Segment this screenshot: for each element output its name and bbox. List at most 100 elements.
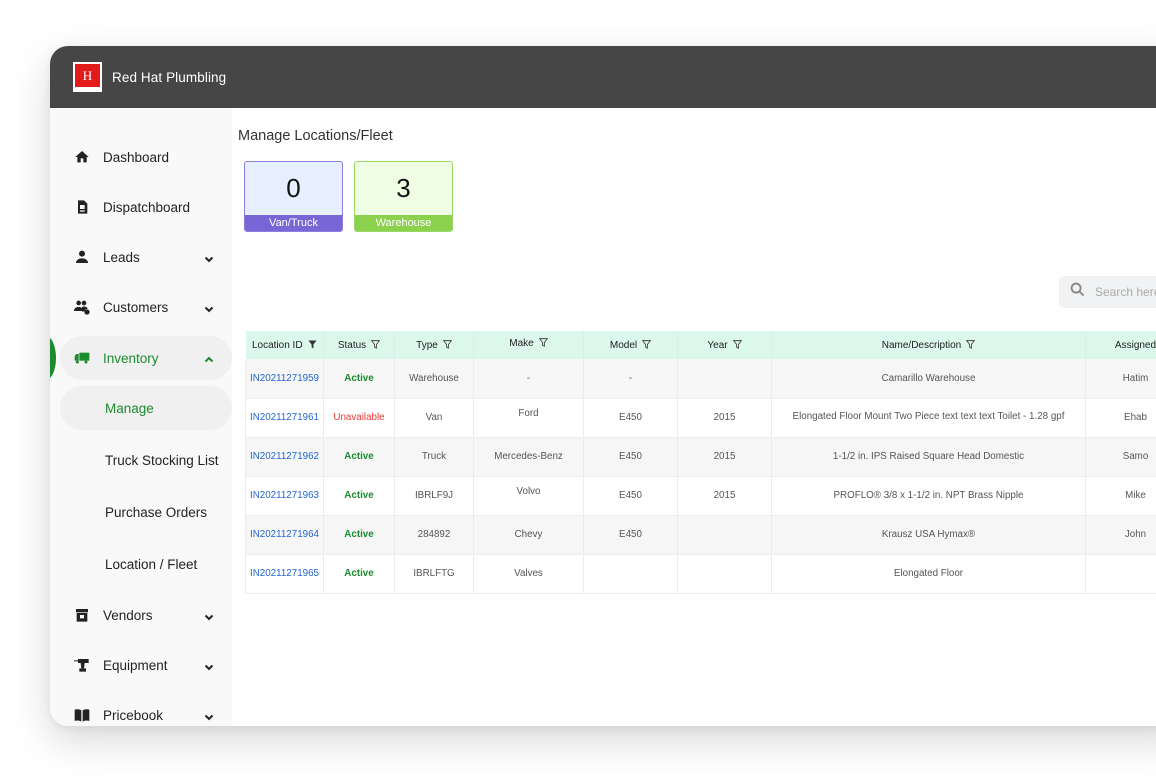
filter-icon[interactable] — [965, 339, 976, 349]
cell-assigned: John — [1085, 515, 1156, 555]
column-header-model[interactable]: Model — [583, 331, 678, 359]
sidebar-subitem-label: Purchase Orders — [105, 504, 208, 520]
sidebar-item-inventory[interactable]: Inventory — [60, 336, 232, 380]
cell-year — [677, 554, 772, 594]
table-row[interactable]: IN20211271961 Unavailable Van Ford E450 2015 E… — [245, 398, 1156, 438]
stat-card-van-truck[interactable]: 0 Van/Truck — [244, 161, 343, 232]
cell-assigned: Ehab — [1085, 398, 1156, 438]
cell-id[interactable]: IN20211271965 — [245, 554, 324, 594]
filter-icon[interactable] — [442, 339, 453, 349]
search-input[interactable] — [1095, 285, 1156, 299]
search-icon — [1070, 282, 1085, 302]
cell-type: Truck — [394, 437, 474, 477]
page-title: Manage Locations/Fleet — [238, 128, 393, 144]
cell-type: Van — [394, 398, 474, 438]
sidebar-item-customers[interactable]: Customers — [60, 285, 232, 329]
cell-id[interactable]: IN20211271962 — [245, 437, 324, 477]
chevron-down-icon[interactable] — [204, 252, 214, 263]
sidebar-item-leads[interactable]: Leads — [60, 235, 232, 279]
table-row[interactable]: IN20211271964 Active 284892 Chevy E450 Krausz… — [245, 515, 1156, 555]
cell-assigned: Samo — [1085, 437, 1156, 477]
sidebar-item-label: Dashboard — [103, 149, 170, 165]
sidebar-item-label: Inventory — [103, 350, 159, 366]
sidebar-item-label: Pricebook — [103, 707, 164, 723]
column-header-status[interactable]: Status — [323, 331, 395, 359]
chevron-down-icon[interactable] — [204, 610, 214, 621]
cell-model — [583, 554, 678, 594]
filter-icon[interactable] — [370, 339, 381, 349]
column-header-label: Name/Description — [881, 339, 962, 351]
sidebar-item-dashboard[interactable]: Dashboard — [60, 135, 232, 179]
active-indicator — [50, 336, 56, 380]
cell-make: Chevy — [473, 515, 584, 555]
cell-id[interactable]: IN20211271963 — [245, 476, 324, 516]
sidebar-item-vendors[interactable]: Vendors — [60, 593, 232, 637]
cell-id[interactable]: IN20211271961 — [245, 398, 324, 438]
sidebar-subitem-label: Manage — [105, 400, 154, 416]
book-icon — [73, 706, 91, 724]
company-logo[interactable]: H — [73, 62, 102, 92]
brand-name: Red Hat Plumbling — [112, 69, 227, 85]
filter-icon[interactable] — [732, 339, 742, 349]
cell-desc: Krausz USA Hymax® — [771, 515, 1086, 555]
sidebar-subitem-manage[interactable]: Manage — [60, 386, 232, 430]
sidebar-subitem-purchase-orders[interactable]: Purchase Orders — [60, 490, 232, 534]
stat-value: 0 — [286, 173, 301, 203]
locations-table: Location ID Status Type Make Model Year Name/D… — [245, 331, 1156, 594]
cell-desc: PROFLO® 3/8 x 1-1/2 in. NPT Brass Nipple — [771, 476, 1086, 516]
sidebar-item-dispatchboard[interactable]: Dispatchboard — [60, 185, 232, 229]
main-content: Manage Locations/Fleet 0 Van/Truck 3 War… — [232, 108, 1156, 726]
column-header-type[interactable]: Type — [394, 331, 474, 359]
sidebar-subitem-label: Location / Fleet — [105, 556, 198, 572]
chevron-up-icon[interactable] — [204, 353, 214, 363]
cell-assigned: Mike — [1085, 476, 1156, 516]
sidebar-item-label: Customers — [103, 299, 169, 315]
table-row[interactable]: IN20211271965 Active IBRLFTG Valves Elongate… — [245, 554, 1156, 594]
column-header-label: Make — [509, 338, 534, 349]
cell-assigned: Hatim — [1085, 359, 1156, 399]
table-row[interactable]: IN20211271962 Active Truck Mercedes-Benz E45… — [245, 437, 1156, 477]
cell-status: Active — [323, 437, 395, 477]
customers-icon — [73, 298, 91, 316]
cell-desc: Camarillo Warehouse — [771, 359, 1086, 399]
sidebar-item-pricebook[interactable]: Pricebook — [60, 693, 232, 726]
sidebar: Dashboard Dispatchboard Leads Customers … — [50, 108, 232, 726]
sidebar-item-equipment[interactable]: Equipment — [60, 643, 232, 687]
store-icon — [73, 606, 91, 624]
filter-icon[interactable] — [307, 339, 317, 349]
sidebar-subitem-label: Truck Stocking List — [105, 452, 219, 468]
column-header-location-id[interactable]: Location ID — [245, 331, 324, 359]
app-window: H Red Hat Plumbling Dashboard Dispatchbo… — [50, 46, 1156, 726]
cell-type: IBRLFTG — [394, 554, 474, 594]
column-header-year[interactable]: Year — [677, 331, 772, 359]
cell-type: Warehouse — [394, 359, 474, 399]
drill-icon — [73, 656, 91, 674]
table-row[interactable]: IN20211271959 Active Warehouse - - Camarillo … — [245, 359, 1156, 399]
cell-status: Active — [323, 359, 395, 399]
person-icon — [73, 248, 91, 266]
stat-card-warehouse[interactable]: 3 Warehouse — [354, 161, 453, 232]
column-header-assigned[interactable]: Assigned — [1085, 331, 1156, 359]
cell-year — [677, 359, 772, 399]
filter-icon[interactable] — [538, 338, 549, 347]
sidebar-subitem-truck-stocking-list[interactable]: Truck Stocking List — [60, 438, 232, 482]
home-icon — [73, 148, 91, 166]
cell-id[interactable]: IN20211271959 — [245, 359, 324, 399]
column-header-name-description[interactable]: Name/Description — [771, 331, 1086, 359]
chevron-down-icon[interactable] — [204, 302, 214, 313]
sidebar-subitem-location-fleet[interactable]: Location / Fleet — [60, 542, 232, 586]
cell-id[interactable]: IN20211271964 — [245, 515, 324, 555]
search-box[interactable] — [1059, 276, 1156, 308]
chevron-down-icon[interactable] — [204, 710, 214, 721]
column-header-make[interactable]: Make — [473, 331, 584, 359]
table-row[interactable]: IN20211271963 Active IBRLF9J Volvo E450 2015 P… — [245, 476, 1156, 516]
chevron-down-icon[interactable] — [204, 660, 214, 671]
cell-assigned — [1085, 554, 1156, 594]
sidebar-item-label: Dispatchboard — [103, 199, 191, 215]
cell-make: Ford — [473, 398, 584, 438]
stat-value: 3 — [396, 173, 411, 203]
cell-make: Valves — [473, 554, 584, 594]
filter-icon[interactable] — [641, 339, 652, 349]
table-header-row: Location ID Status Type Make Model Year Name/D… — [245, 331, 1156, 359]
column-header-label: Assigned — [1114, 339, 1156, 351]
